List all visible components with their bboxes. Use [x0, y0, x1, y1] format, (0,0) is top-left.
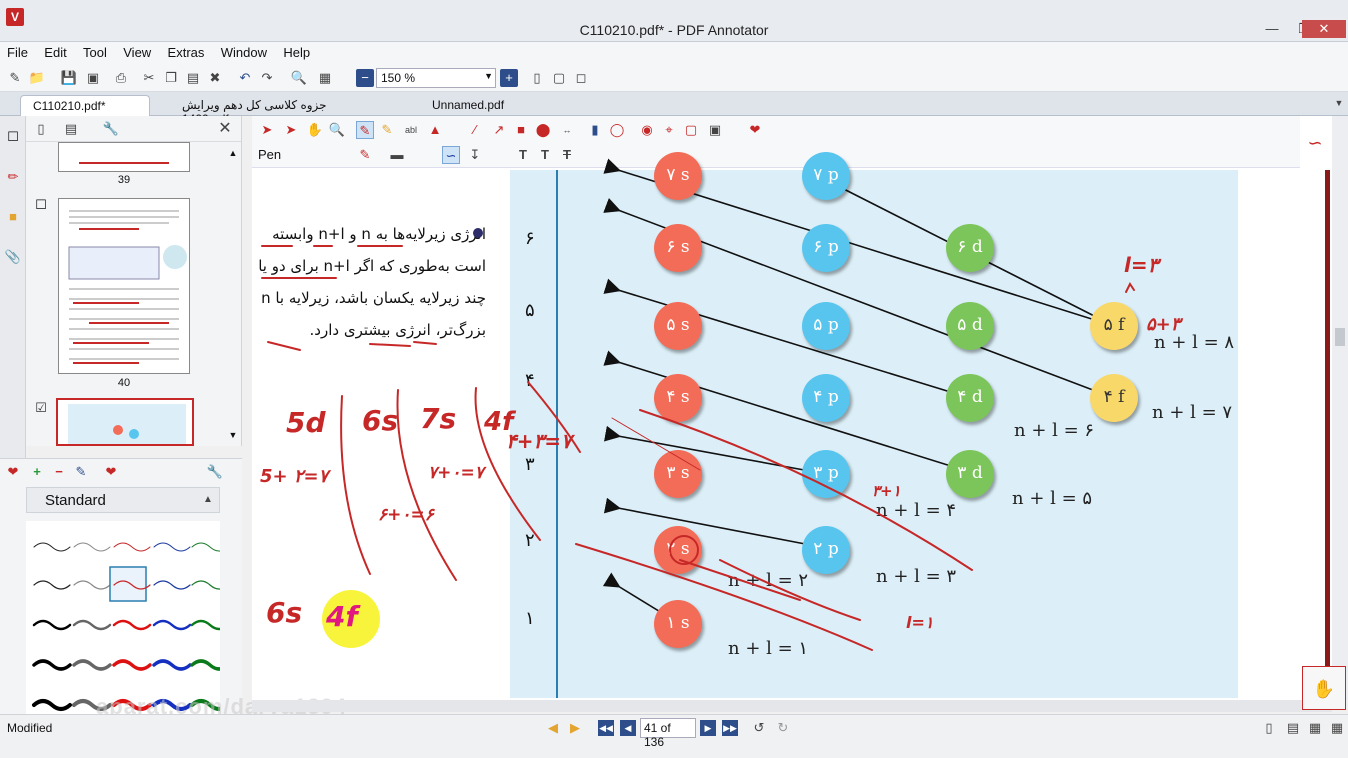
handwritten-annotations: 5d 6s 7s 4f 5+ ۲=۷ ۷+۰=۷ ۶+۰=۶ ۴+۳=۷ 6s … — [260, 245, 1184, 651]
handwriting-text: 7s — [420, 402, 456, 435]
previous-page-icon[interactable]: ◀ — [620, 720, 636, 736]
horizontal-scrollbar[interactable] — [252, 700, 1332, 712]
handwriting-text: ۳+۱ — [872, 482, 901, 500]
history-back-icon[interactable]: ↺ — [750, 719, 768, 737]
handwriting-text: ۶+۰=۶ — [378, 505, 436, 525]
page-indicator[interactable]: 41 of 136 — [640, 718, 696, 749]
grid-view-icon[interactable]: ▦ — [1328, 719, 1346, 737]
handwriting-text: l=۱ — [906, 613, 933, 632]
two-page-view-icon[interactable]: ▦ — [1306, 719, 1324, 737]
forward-page-icon[interactable]: ▶ — [566, 719, 584, 737]
handwriting-text: ۴+۳=۷ — [506, 429, 576, 453]
handwriting-text: 5d — [286, 406, 326, 439]
first-page-icon[interactable]: ◀◀ — [598, 720, 614, 736]
history-forward-icon[interactable]: ↻ — [774, 719, 792, 737]
handwriting-text: ۷+۰=۷ — [428, 463, 488, 483]
handwriting-text: 6s — [266, 596, 302, 629]
status-modified: Modified — [7, 721, 53, 735]
handwriting-text: 4f — [325, 600, 361, 633]
continuous-view-icon[interactable]: ▤ — [1284, 719, 1302, 737]
vertical-scrollbar[interactable] — [1332, 116, 1348, 700]
last-page-icon[interactable]: ▶▶ — [722, 720, 738, 736]
handwriting-text: ۵+۳ — [1146, 314, 1184, 335]
back-page-icon[interactable]: ◀ — [544, 719, 562, 737]
hand-tool-icon[interactable]: ✋ — [1302, 666, 1346, 710]
single-page-view-icon[interactable]: ▯ — [1260, 719, 1278, 737]
page-edge — [1325, 170, 1330, 698]
scroll-thumb[interactable] — [1335, 328, 1345, 346]
next-page-icon[interactable]: ▶ — [700, 720, 716, 736]
handwriting-text: l=۳ — [1124, 253, 1162, 277]
status-bar: Modified ◀ ▶ ◀◀ ◀ 41 of 136 ▶ ▶▶ ↺ ↻ ▯ ▤… — [0, 714, 1348, 758]
handwriting-text: 6s — [362, 404, 398, 437]
handwriting-text: 5+ ۲=۷ — [260, 466, 332, 487]
